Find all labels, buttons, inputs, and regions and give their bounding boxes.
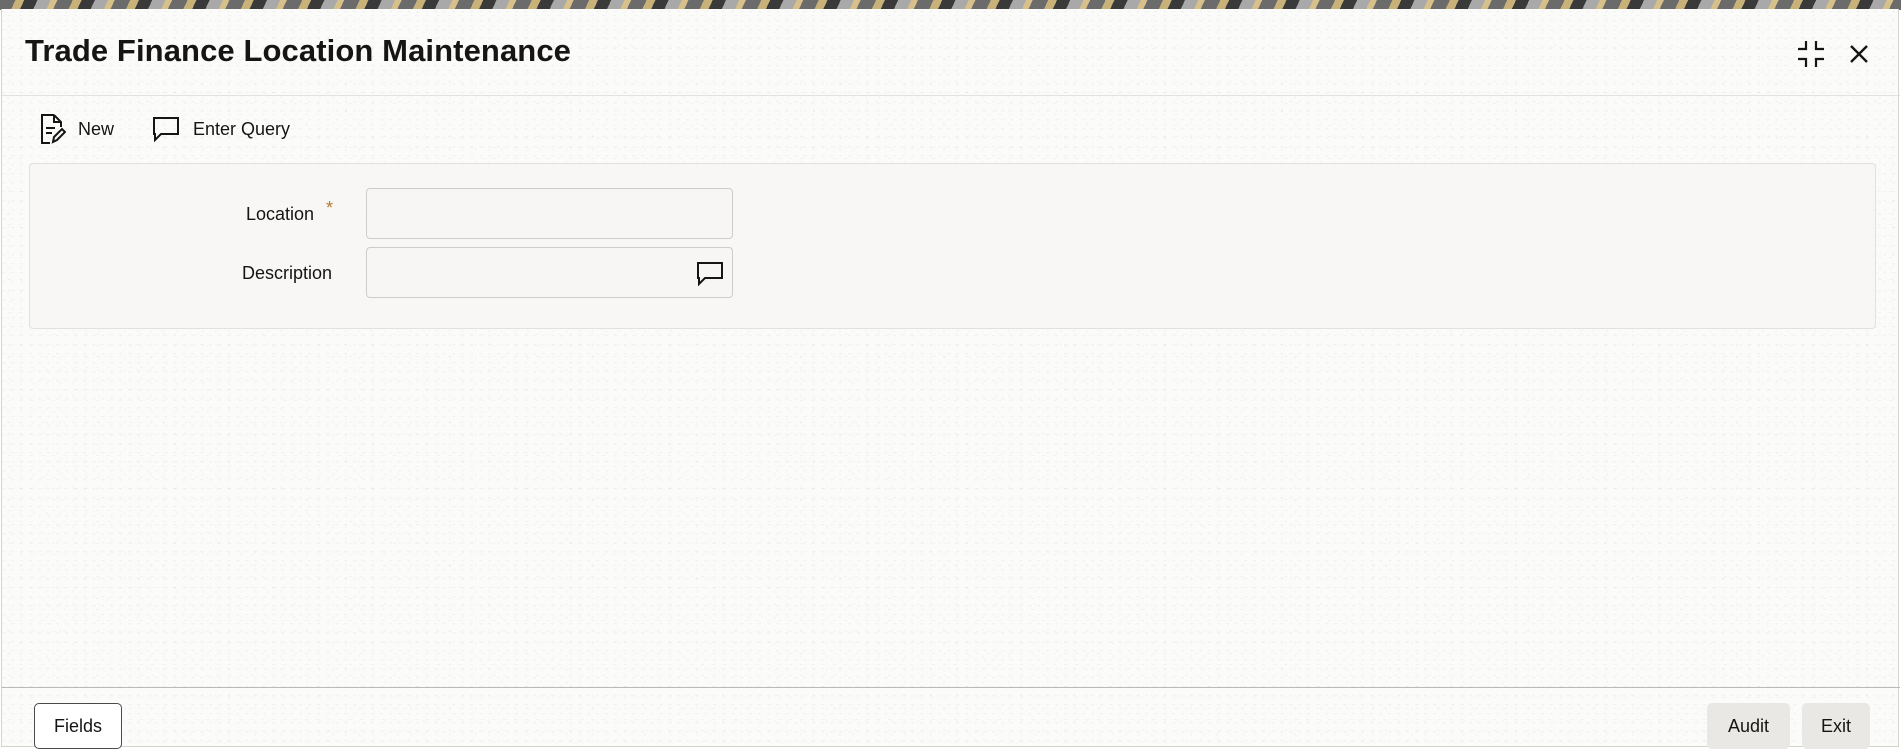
speech-bubble-icon[interactable]: [696, 260, 724, 286]
collapse-button[interactable]: [1794, 39, 1828, 73]
description-input[interactable]: [367, 248, 732, 297]
window-title: Trade Finance Location Maintenance: [25, 33, 572, 68]
new-document-icon: [38, 113, 66, 145]
collapse-icon: [1796, 39, 1826, 74]
header-divider: [2, 95, 1900, 96]
location-maintenance-window: Trade Finance Location Maintenance New E…: [1, 9, 1900, 749]
new-button[interactable]: New: [38, 109, 114, 149]
location-input[interactable]: [367, 189, 732, 238]
required-marker: *: [326, 198, 334, 218]
description-field-wrapper: [366, 247, 733, 298]
form-panel: Location * Description: [29, 163, 1876, 329]
new-button-label: New: [78, 118, 115, 139]
enter-query-label: Enter Query: [193, 118, 291, 139]
close-button[interactable]: [1842, 39, 1876, 73]
location-field-wrapper: [366, 188, 733, 239]
exit-button[interactable]: Exit: [1802, 703, 1870, 749]
speech-bubble-icon: [151, 115, 181, 143]
close-icon: [1848, 43, 1870, 70]
audit-button[interactable]: Audit: [1707, 703, 1790, 749]
enter-query-button[interactable]: Enter Query: [151, 109, 290, 149]
footer-divider: [2, 687, 1900, 688]
fields-button[interactable]: Fields: [34, 703, 122, 749]
location-label: Location: [246, 204, 315, 224]
description-label: Description: [242, 263, 333, 283]
